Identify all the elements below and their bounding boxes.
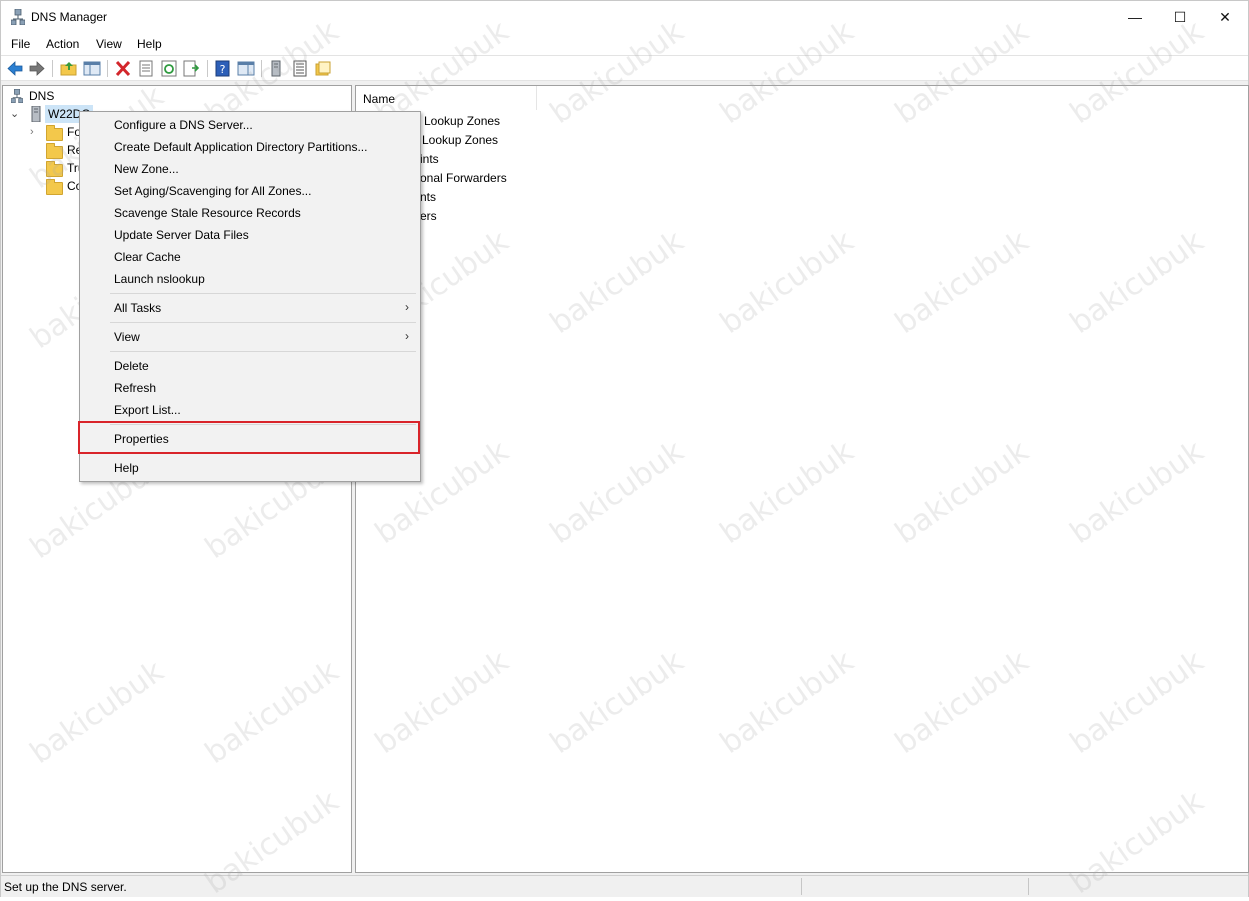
menu-separator xyxy=(110,293,416,294)
menu-item-all-tasks[interactable]: All Tasks xyxy=(114,301,161,315)
toolbar-separator xyxy=(52,60,53,77)
dns-root-icon xyxy=(11,89,23,103)
folder-icon xyxy=(46,125,63,141)
refresh-icon[interactable] xyxy=(160,60,178,77)
menu-item-delete[interactable]: Delete xyxy=(114,359,149,373)
forward-arrow-icon[interactable] xyxy=(28,60,46,77)
submenu-arrow-icon: › xyxy=(405,329,409,343)
menu-item-export-list[interactable]: Export List... xyxy=(114,403,181,417)
results-pane: Name Lookup Zones Lookup Zones ints onal… xyxy=(355,85,1249,873)
menu-separator xyxy=(110,351,416,352)
toolbar: ? xyxy=(1,55,1248,81)
list-icon[interactable] xyxy=(291,60,309,77)
export-list-icon[interactable] xyxy=(183,60,201,77)
list-item[interactable]: onal Forwarders xyxy=(420,171,507,185)
menu-item-view[interactable]: View xyxy=(114,330,140,344)
menu-action[interactable]: Action xyxy=(46,37,79,51)
status-divider xyxy=(801,878,802,895)
tree-node-server[interactable]: ⌄ W22DC xyxy=(7,105,94,123)
menu-item-create-default-partitions[interactable]: Create Default Application Directory Par… xyxy=(114,140,367,154)
up-folder-icon[interactable] xyxy=(60,60,78,77)
server-icon xyxy=(31,106,41,122)
folder-icon xyxy=(46,161,63,177)
menu-bar: File Action View Help xyxy=(1,33,1248,55)
server-icon[interactable] xyxy=(267,60,285,77)
menu-help[interactable]: Help xyxy=(137,37,162,51)
show-action-pane-icon[interactable] xyxy=(237,60,255,77)
column-header-label: Name xyxy=(363,92,396,106)
toolbar-separator xyxy=(261,60,262,77)
folder-icon xyxy=(46,143,63,159)
menu-item-scavenge-stale-records[interactable]: Scavenge Stale Resource Records xyxy=(114,206,301,220)
menu-view[interactable]: View xyxy=(96,37,122,51)
collapse-chevron-icon[interactable]: ⌄ xyxy=(10,105,19,123)
menu-item-update-server-data-files[interactable]: Update Server Data Files xyxy=(114,228,249,242)
properties-highlight-box xyxy=(78,421,420,454)
menu-file[interactable]: File xyxy=(11,37,30,51)
status-text: Set up the DNS server. xyxy=(4,880,127,894)
close-button[interactable]: ✕ xyxy=(1202,1,1248,33)
menu-separator xyxy=(110,322,416,323)
tree-label-dns: DNS xyxy=(29,89,55,103)
show-console-tree-icon[interactable] xyxy=(83,60,101,77)
folder-icon xyxy=(46,179,63,195)
menu-item-configure-dns-server[interactable]: Configure a DNS Server... xyxy=(114,118,253,132)
toolbar-separator xyxy=(107,60,108,77)
maximize-button[interactable]: ☐ xyxy=(1157,1,1203,33)
column-header-name[interactable]: Name xyxy=(356,86,537,110)
svg-text:?: ? xyxy=(220,63,226,76)
list-item[interactable]: ers xyxy=(420,209,437,223)
menu-item-launch-nslookup[interactable]: Launch nslookup xyxy=(114,272,205,286)
menu-item-help[interactable]: Help xyxy=(114,461,139,475)
window-title: DNS Manager xyxy=(31,10,108,24)
delete-icon[interactable] xyxy=(114,60,132,77)
status-bar: Set up the DNS server. xyxy=(1,875,1248,897)
list-item[interactable]: Lookup Zones xyxy=(424,114,500,128)
menu-item-refresh[interactable]: Refresh xyxy=(114,381,156,395)
title-bar: DNS Manager — ☐ ✕ xyxy=(1,1,1248,33)
expand-chevron-icon[interactable]: › xyxy=(30,123,34,141)
status-divider xyxy=(1028,878,1029,895)
dns-app-icon xyxy=(11,9,25,25)
menu-item-new-zone[interactable]: New Zone... xyxy=(114,162,179,176)
submenu-arrow-icon: › xyxy=(405,300,409,314)
properties-icon[interactable] xyxy=(137,60,155,77)
toolbar-separator xyxy=(207,60,208,77)
list-item[interactable]: Lookup Zones xyxy=(422,133,498,147)
menu-item-set-aging-scavenging[interactable]: Set Aging/Scavenging for All Zones... xyxy=(114,184,311,198)
help-icon[interactable]: ? xyxy=(214,60,232,77)
folder-icon[interactable] xyxy=(314,60,332,77)
list-item[interactable]: ints xyxy=(420,152,439,166)
minimize-button[interactable]: — xyxy=(1112,1,1158,33)
list-item[interactable]: nts xyxy=(420,190,436,204)
menu-item-clear-cache[interactable]: Clear Cache xyxy=(114,250,181,264)
back-arrow-icon[interactable] xyxy=(6,60,24,77)
